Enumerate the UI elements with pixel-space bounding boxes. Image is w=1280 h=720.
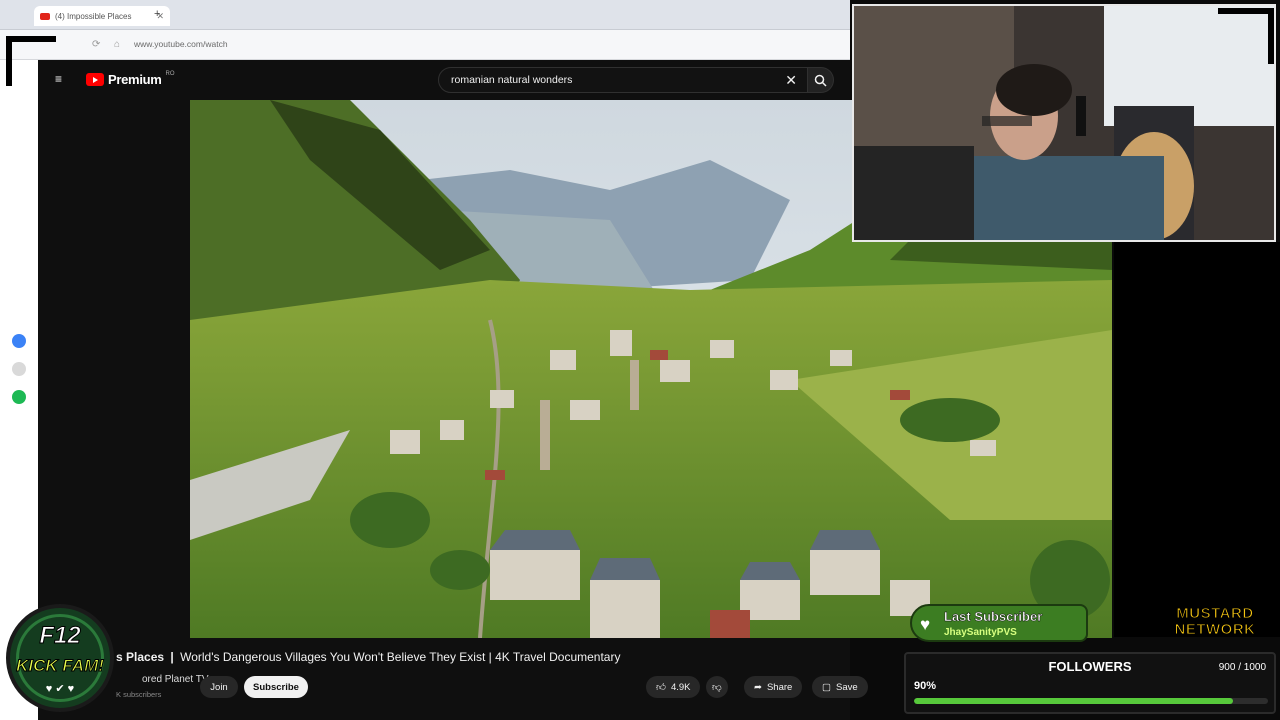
webcam-overlay bbox=[852, 4, 1276, 242]
youtube-page: ≡ Premium RO romanian natural wonders ✕ bbox=[38, 60, 1112, 720]
region-code: RO bbox=[165, 70, 175, 77]
followers-percent: 90% bbox=[914, 680, 937, 692]
kickfam-line1: F12 bbox=[39, 622, 81, 650]
browser-tab[interactable]: (4) Impossible Places ✕ bbox=[34, 6, 170, 26]
clear-search-icon[interactable]: ✕ bbox=[785, 72, 797, 89]
followers-progress-fill bbox=[914, 698, 1233, 704]
last-subscriber-alert: ♥ Last Subscriber JhaySanityPVS bbox=[910, 604, 1088, 642]
browser-address-bar: ⟳ ⌂ www.youtube.com/watch bbox=[0, 30, 850, 60]
kickfam-badge: F12 KICK FAM! ♥ ✔ ♥ bbox=[6, 604, 114, 712]
video-letterbox-right bbox=[1114, 242, 1280, 637]
frame-decoration-top-right bbox=[1218, 8, 1274, 64]
bookmark-icon: ▢ bbox=[822, 681, 831, 693]
share-label: Share bbox=[766, 681, 793, 693]
subscriber-count: K subscribers bbox=[116, 690, 162, 699]
video-metadata: s Places | World's Dangerous Villages Yo… bbox=[38, 646, 868, 720]
heart-icon: ♥ bbox=[920, 615, 931, 634]
video-title-truncated: s Places bbox=[116, 650, 165, 664]
webcam-feed-image bbox=[854, 6, 1274, 240]
menu-icon[interactable]: ≡ bbox=[55, 73, 67, 85]
thumbs-up-icon: 👍︎ bbox=[656, 682, 666, 693]
browser-tabstrip: (4) Impossible Places ✕ + bbox=[0, 0, 850, 30]
kickfam-line2: KICK FAM! bbox=[16, 656, 105, 676]
youtube-logo-text: Premium bbox=[108, 72, 162, 87]
last-subscriber-name: JhaySanityPVS bbox=[944, 627, 1017, 638]
save-button[interactable]: ▢ Save bbox=[812, 676, 868, 698]
network-logo: MUSTARD NETWORK bbox=[1156, 605, 1274, 642]
like-count: 4.9K bbox=[670, 681, 691, 693]
thumbs-down-icon: 👎︎ bbox=[712, 682, 722, 693]
youtube-header: ≡ Premium RO romanian natural wonders ✕ bbox=[38, 60, 850, 100]
youtube-favicon-icon bbox=[40, 12, 50, 20]
browser-tab-title: (4) Impossible Places bbox=[55, 11, 132, 21]
save-label: Save bbox=[835, 681, 858, 693]
home-icon[interactable]: ⌂ bbox=[114, 39, 120, 50]
kickfam-hearts: ♥ ✔ ♥ bbox=[45, 683, 75, 695]
address-url[interactable]: www.youtube.com/watch bbox=[134, 39, 228, 49]
share-icon: ➦ bbox=[754, 681, 762, 693]
reload-icon[interactable]: ⟳ bbox=[92, 39, 100, 50]
network-logo-line1: MUSTARD bbox=[1176, 605, 1254, 622]
video-title-text: World's Dangerous Villages You Won't Bel… bbox=[180, 650, 621, 664]
search-button[interactable] bbox=[808, 67, 834, 93]
video-title: s Places | World's Dangerous Villages Yo… bbox=[116, 650, 621, 664]
followers-goal: FOLLOWERS 900 / 1000 90% bbox=[904, 652, 1276, 714]
dislike-button[interactable]: 👎︎ bbox=[706, 676, 728, 698]
last-subscriber-title: Last Subscriber bbox=[944, 609, 1043, 624]
search-icon bbox=[814, 74, 827, 87]
new-tab-button[interactable]: + bbox=[154, 8, 160, 20]
messenger-icon[interactable] bbox=[12, 334, 26, 348]
network-logo-line2: NETWORK bbox=[1174, 621, 1256, 638]
subscribe-button[interactable]: Subscribe bbox=[244, 676, 308, 698]
stream-frame: (4) Impossible Places ✕ + ⟳ ⌂ www.youtub… bbox=[0, 0, 1280, 720]
stone-tower bbox=[540, 400, 550, 470]
frame-decoration-top-left bbox=[6, 36, 56, 86]
youtube-logo[interactable]: Premium RO bbox=[86, 70, 175, 87]
share-button[interactable]: ➦ Share bbox=[744, 676, 803, 698]
search-box[interactable]: romanian natural wonders ✕ bbox=[438, 67, 808, 93]
followers-progress-track bbox=[914, 698, 1268, 704]
like-button[interactable]: 👍︎ 4.9K bbox=[646, 676, 701, 698]
spotify-icon[interactable] bbox=[12, 390, 26, 404]
youtube-play-icon bbox=[86, 73, 104, 86]
search-input[interactable]: romanian natural wonders bbox=[451, 74, 572, 86]
join-button[interactable]: Join bbox=[200, 676, 238, 698]
channel-name[interactable]: ored Planet TV bbox=[142, 674, 209, 685]
whatsapp-icon[interactable] bbox=[12, 362, 26, 376]
followers-count: 900 / 1000 bbox=[1218, 662, 1266, 673]
